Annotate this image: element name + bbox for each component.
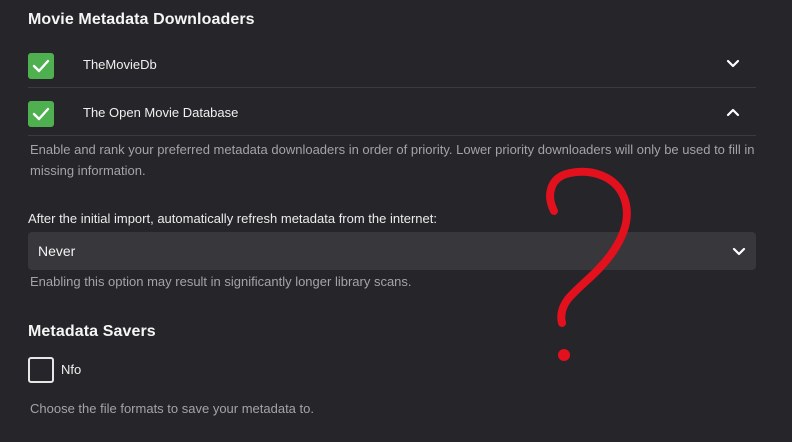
downloader-row-omdb[interactable]: The Open Movie Database <box>28 89 756 136</box>
refresh-select[interactable]: Never <box>28 232 756 270</box>
downloader-label: TheMovieDb <box>83 57 157 72</box>
nfo-label: Nfo <box>61 362 82 377</box>
question-mark-annotation <box>546 167 631 361</box>
downloader-checkbox[interactable] <box>28 53 54 79</box>
settings-page: Movie Metadata Downloaders TheMovieDb Th… <box>0 0 792 442</box>
downloader-checkbox[interactable] <box>28 101 54 127</box>
chevron-down-icon[interactable] <box>726 59 740 69</box>
downloaders-section-title: Movie Metadata Downloaders <box>28 11 255 28</box>
checkmark-icon <box>32 59 50 73</box>
refresh-select-value: Never <box>38 243 76 259</box>
downloaders-help-text: Enable and rank your preferred metadata … <box>30 142 755 178</box>
savers-section-title: Metadata Savers <box>28 323 156 340</box>
refresh-help-text: Enabling this option may result in signi… <box>30 274 412 289</box>
chevron-down-icon <box>732 247 746 256</box>
checkmark-icon <box>32 107 50 121</box>
chevron-up-icon[interactable] <box>726 107 740 117</box>
nfo-checkbox[interactable] <box>28 357 54 383</box>
downloader-label: The Open Movie Database <box>83 105 239 120</box>
refresh-field-label: After the initial import, automatically … <box>28 211 437 226</box>
savers-help-text: Choose the file formats to save your met… <box>30 401 314 416</box>
downloader-row-themoviedb[interactable]: TheMovieDb <box>28 41 756 88</box>
